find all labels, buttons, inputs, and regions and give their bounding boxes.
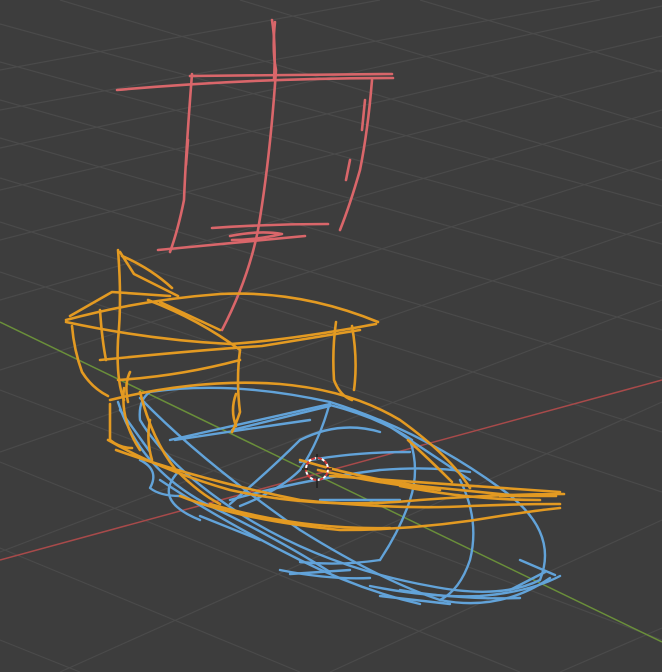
x-axis-line [0,379,662,561]
3d-viewport[interactable] [0,0,662,672]
y-axis-line [0,321,662,643]
viewport-canvas[interactable] [0,0,662,672]
